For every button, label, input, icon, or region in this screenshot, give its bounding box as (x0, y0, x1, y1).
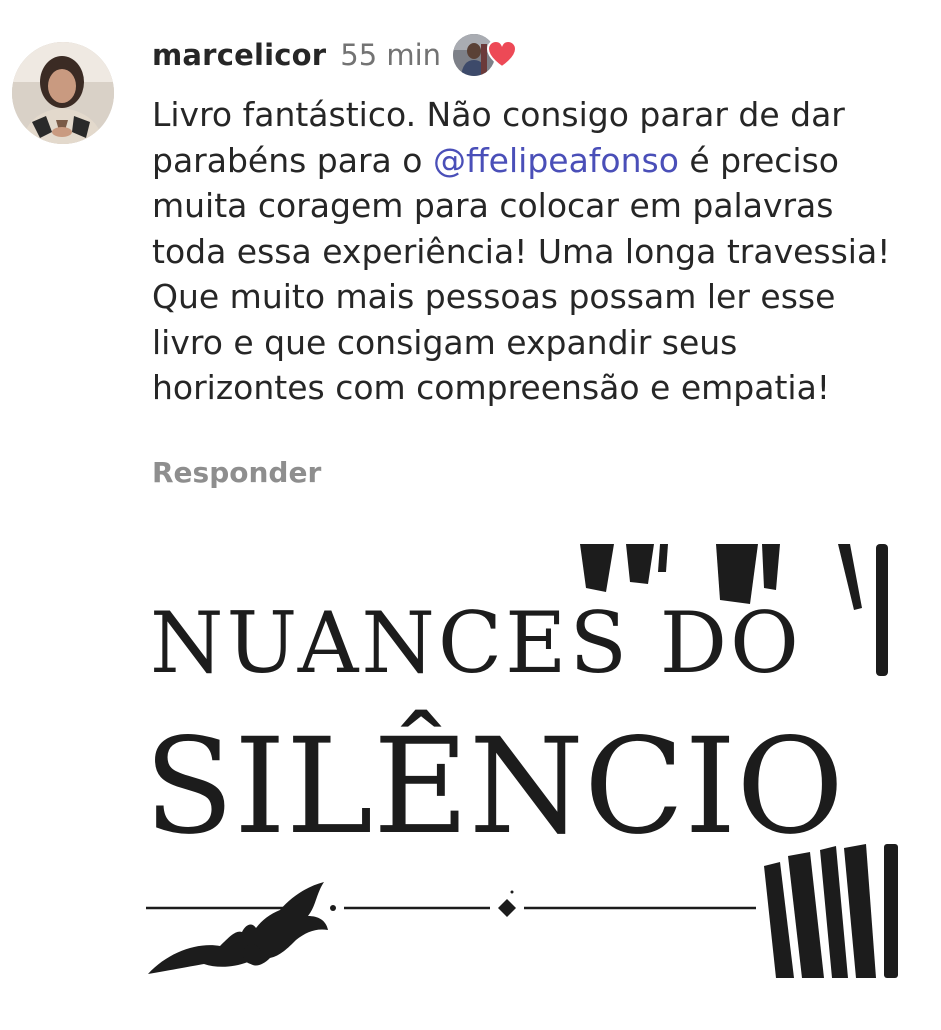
mention-link[interactable]: @ffelipeafonso (433, 141, 679, 180)
avatar[interactable] (12, 42, 114, 144)
book-cover-image[interactable]: NUANCES DO SILÊNCIO (120, 544, 908, 978)
cover-title-line-2: SILÊNCIO (144, 708, 844, 864)
heart-icon (487, 40, 518, 68)
comment-text-end: é preciso muita coragem para colocar em … (152, 140, 891, 408)
reply-button[interactable]: Responder (152, 456, 321, 489)
comment-text: Livro fantástico. Não consigo parar de d… (152, 92, 912, 411)
liked-by-author-badge (453, 32, 519, 78)
username[interactable]: marcelicor (152, 38, 326, 72)
cover-title-line-1: NUANCES DO (150, 594, 802, 692)
timestamp: 55 min (340, 38, 442, 72)
avatar-photo (12, 42, 114, 144)
book-cover-art: NUANCES DO SILÊNCIO (120, 544, 908, 978)
comment-header: marcelicor 55 min (152, 30, 519, 80)
